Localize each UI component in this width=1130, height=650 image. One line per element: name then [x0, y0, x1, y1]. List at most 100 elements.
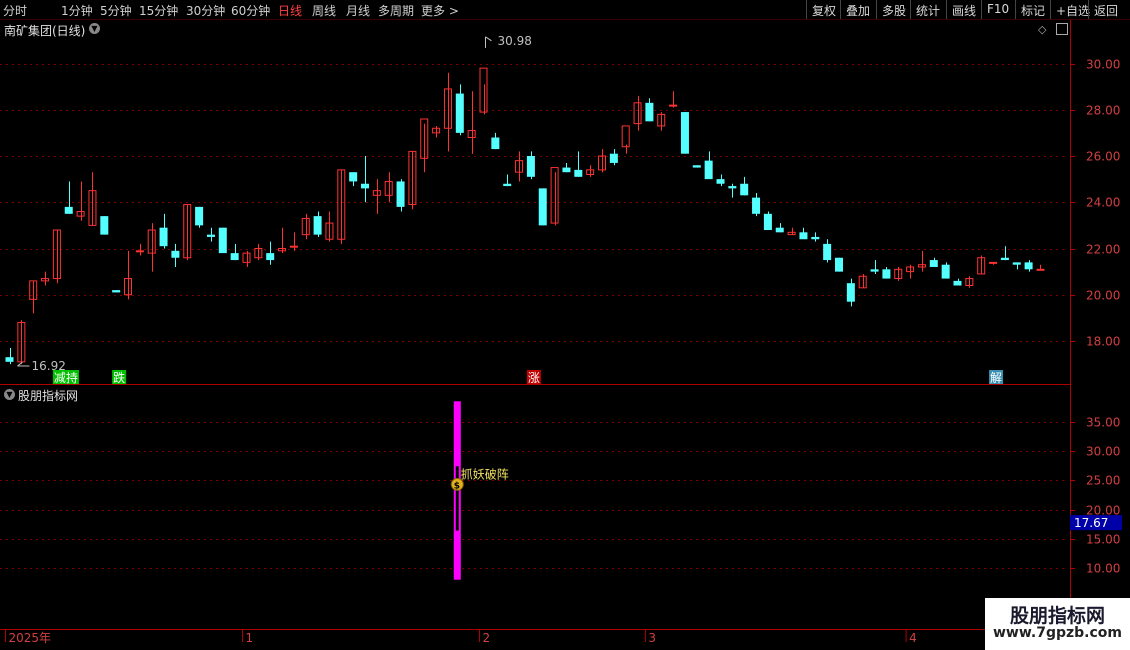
indicator-axis-label: 15.00 [1086, 533, 1120, 547]
candle-body [574, 169, 583, 177]
candle-body [538, 188, 547, 226]
panel-toggle-icon[interactable] [1056, 23, 1068, 35]
candle-body [64, 206, 73, 214]
main-axis-label: 28.00 [1086, 104, 1120, 118]
main-axis-label: 18.00 [1086, 335, 1120, 349]
candle-body [680, 112, 689, 154]
indicator-panel-title: 股朋指标网 [18, 389, 79, 403]
candle-body [882, 269, 891, 279]
signal-badge-text: 减持 [54, 370, 78, 385]
candle-body [479, 67, 488, 113]
candle-body [917, 264, 926, 268]
candle-body [266, 253, 275, 261]
period-tab-5[interactable]: 60分钟 [231, 2, 270, 19]
candle-body [562, 167, 571, 173]
candle-body [526, 156, 535, 177]
candle-body [135, 250, 144, 253]
period-tab-8[interactable]: 月线 [346, 2, 370, 19]
high-price-label: 30.98 [498, 34, 532, 48]
candle-body [633, 102, 642, 125]
candle-body [858, 275, 867, 289]
watermark: 股朋指标网 www.7gpzb.com [985, 598, 1130, 650]
candle-body [1000, 257, 1009, 261]
period-tab-4[interactable]: 30分钟 [186, 2, 225, 19]
candle-body [716, 179, 725, 184]
candle-body [787, 231, 796, 236]
chart-canvas[interactable]: 18.00 20.00 22.00 24.00 26.00 28.00 30.00 30.98… [0, 0, 1130, 650]
period-tab-1[interactable]: 1分钟 [61, 2, 93, 19]
indicator-axis-label: 35.00 [1086, 416, 1120, 430]
main-chart-title: 南矿集团(日线) [4, 24, 86, 38]
candle-body [1012, 262, 1021, 265]
toolbar-action-7[interactable]: +自选 [1050, 0, 1090, 19]
main-axis-label: 22.00 [1086, 243, 1120, 257]
signal-badge-text: 涨 [528, 370, 540, 385]
time-axis-label: 4 [909, 631, 917, 645]
indicator-signal-label: 抓妖破阵 [461, 466, 509, 481]
candle-body [206, 234, 215, 237]
chevron-down-icon[interactable]: ▼ [89, 23, 100, 34]
candle-body [846, 283, 855, 302]
time-axis-label: 2 [483, 631, 491, 645]
indicator-axis-label: 10.00 [1086, 562, 1120, 576]
candle-body [799, 232, 808, 240]
period-tab-10[interactable]: 更多 > [421, 2, 459, 19]
candle-body [989, 261, 998, 264]
toolbar-action-5[interactable]: F10 [981, 0, 1015, 19]
toolbar-action-1[interactable]: 叠加 [840, 0, 876, 19]
high-marker [485, 36, 492, 42]
period-tab-9[interactable]: 多周期 [378, 2, 414, 19]
period-tab-0[interactable]: 分时 [3, 2, 27, 19]
main-axis-label: 20.00 [1086, 289, 1120, 303]
candle-body [704, 160, 713, 180]
time-axis-label: 1 [246, 631, 254, 645]
toolbar-action-4[interactable]: 画线 [946, 0, 981, 19]
candle-body [1024, 262, 1033, 270]
indicator-bar-hollow [454, 465, 460, 532]
candle-body [645, 102, 654, 122]
candle-body [669, 104, 678, 107]
candle-body [621, 125, 630, 148]
current-value-text: 17.67 [1074, 516, 1108, 530]
period-tab-2[interactable]: 5分钟 [100, 2, 132, 19]
toolbar-action-2[interactable]: 多股 [876, 0, 910, 19]
candle-body [752, 197, 761, 214]
candle-body [467, 130, 476, 138]
period-tab-6[interactable]: 日线 [278, 2, 302, 19]
candle-body [289, 245, 298, 248]
signal-badge-text: 解 [990, 371, 1002, 385]
signal-coin-glyph: $ [454, 481, 460, 491]
candle-body [159, 227, 168, 247]
candle-body [811, 236, 820, 240]
indicator-axis-label: 30.00 [1086, 445, 1120, 459]
candle-body [76, 211, 85, 217]
candle-body [609, 153, 618, 163]
candle-body [5, 357, 14, 362]
period-tab-7[interactable]: 周线 [312, 2, 336, 19]
period-tab-3[interactable]: 15分钟 [139, 2, 178, 19]
diamond-icon[interactable]: ◇ [1038, 23, 1046, 36]
toolbar-action-8[interactable]: 返回 [1088, 0, 1130, 19]
candle-body [763, 213, 772, 230]
time-axis-label: 2025年 [9, 631, 52, 645]
main-axis-label: 30.00 [1086, 58, 1120, 72]
candle-body [823, 243, 832, 261]
toolbar-action-3[interactable]: 统计 [910, 0, 946, 19]
indicator-menu-icon[interactable]: ▼ [4, 389, 15, 400]
candle-body [728, 186, 737, 189]
candle-body [313, 216, 322, 235]
toolbar-action-0[interactable]: 复权 [806, 0, 840, 19]
candle-body [195, 206, 204, 226]
candle-body [870, 269, 879, 272]
candle-body [384, 180, 393, 196]
candle-body [550, 167, 559, 224]
signal-badge-text: 跌 [113, 370, 125, 385]
period-toolbar: 分时 1分钟 5分钟 15分钟 30分钟 60分钟 日线 周线 月线 多周期 更多 > 复权 叠加 多股统… [0, 0, 1130, 20]
candle-body [455, 93, 464, 133]
candle-body [242, 252, 251, 263]
candle-body [301, 217, 310, 236]
toolbar-action-6[interactable]: 标记 [1015, 0, 1050, 19]
candle-body [941, 264, 950, 279]
candle-body [218, 227, 227, 254]
watermark-url: www.7gpzb.com [992, 625, 1122, 641]
